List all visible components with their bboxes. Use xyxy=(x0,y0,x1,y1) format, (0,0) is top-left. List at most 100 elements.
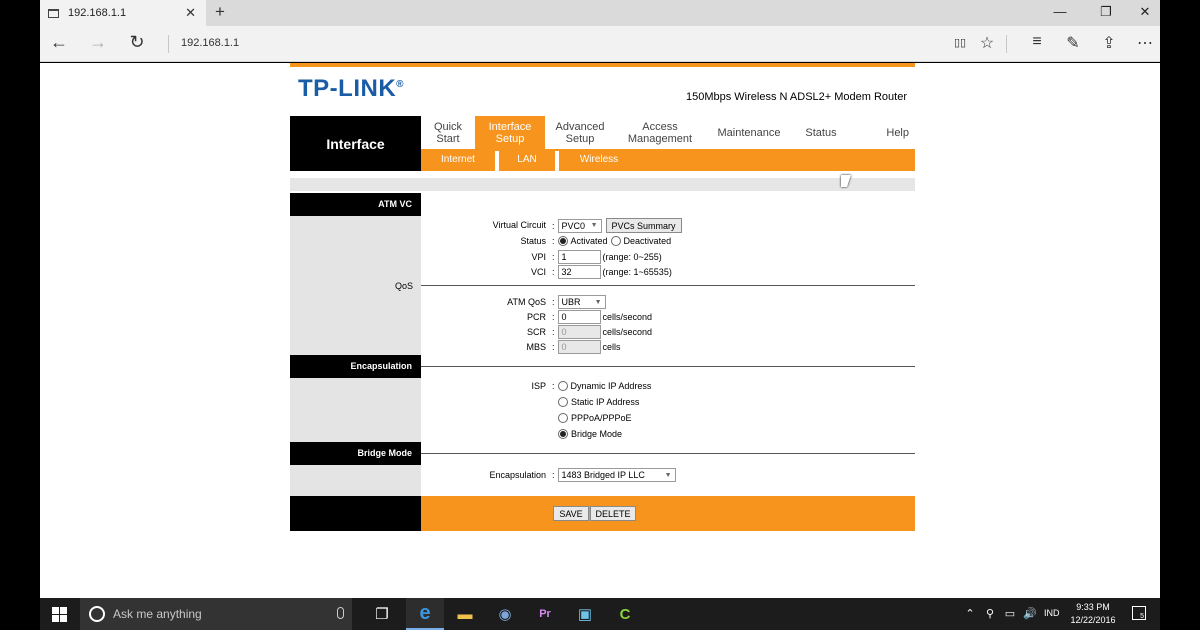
chevron-down-icon: ▼ xyxy=(664,471,672,479)
chevron-down-icon: ▼ xyxy=(590,222,598,229)
browser-tab[interactable]: 192.168.1.1 ✕ xyxy=(40,0,206,26)
pcr-unit: cells/second xyxy=(602,312,653,322)
page-icon xyxy=(48,8,59,18)
virtual-circuit-select[interactable]: PVC0 ▼ xyxy=(557,218,602,233)
edge-icon[interactable]: e xyxy=(406,598,444,630)
vci-input[interactable]: 32 xyxy=(557,265,601,279)
spacer-bar xyxy=(290,178,915,191)
address-bar[interactable]: 192.168.1.1 xyxy=(181,37,239,49)
back-icon[interactable]: ← xyxy=(48,32,70,53)
battery-icon[interactable]: ▭ xyxy=(1002,607,1018,620)
cortana-icon xyxy=(89,606,105,622)
subnav-lan[interactable]: LAN xyxy=(499,149,555,171)
isp-dynamic-label: Dynamic IP Address xyxy=(570,381,652,391)
system-clock[interactable]: 9:33 PM 12/22/2016 xyxy=(1068,601,1118,627)
computer-icon[interactable]: ▣ xyxy=(566,598,604,630)
cortana-search-box[interactable]: Ask me anything xyxy=(80,598,352,630)
mouse-cursor-icon xyxy=(841,175,851,187)
share-icon[interactable]: ⇪ xyxy=(1098,33,1120,53)
save-button[interactable]: SAVE xyxy=(553,506,589,521)
refresh-icon[interactable]: ↻ xyxy=(126,32,148,53)
web-note-icon[interactable]: ✎ xyxy=(1062,33,1084,53)
close-window-icon[interactable]: ✕ xyxy=(1135,4,1155,20)
nav-quick-start[interactable]: Quick Start xyxy=(421,116,475,149)
browser-nav-bar: ← → ↻ 192.168.1.1 ▯▯ ☆ ≡ ✎ ⇪ ⋯ xyxy=(40,26,1160,62)
file-explorer-icon[interactable]: ▬ xyxy=(446,598,484,630)
divider-encapsulation xyxy=(421,366,915,367)
vpi-input[interactable]: 1 xyxy=(557,250,601,264)
pcr-input[interactable]: 0 xyxy=(557,310,601,324)
hub-icon[interactable]: ≡ xyxy=(1026,33,1048,51)
tp-link-logo: TP-LINK® xyxy=(298,75,405,102)
scr-label: SCR xyxy=(526,327,546,337)
section-atm-vc: ATM VC xyxy=(290,193,421,216)
status-deactivated-radio[interactable] xyxy=(610,236,621,246)
vci-row: : 32 (range: 1~65535) xyxy=(552,265,672,279)
tool-divider xyxy=(1006,35,1007,53)
microphone-icon[interactable] xyxy=(337,607,344,619)
pcr-label: PCR xyxy=(526,312,546,322)
nav-status[interactable]: Status xyxy=(793,116,849,149)
atm-qos-select[interactable]: UBR ▼ xyxy=(557,295,606,309)
atm-qos-row: : UBR ▼ xyxy=(552,295,606,309)
status-activated-radio[interactable] xyxy=(557,236,568,246)
clock-date: 12/22/2016 xyxy=(1070,615,1116,625)
scr-input[interactable]: 0 xyxy=(557,325,601,339)
isp-row-dynamic: : Dynamic IP Address xyxy=(552,381,652,391)
scr-unit: cells/second xyxy=(602,327,653,337)
pcr-row: : 0 cells/second xyxy=(552,310,653,324)
subnav-internet[interactable]: Internet xyxy=(421,149,495,171)
mbs-input[interactable]: 0 xyxy=(557,340,601,354)
atm-qos-label: ATM QoS xyxy=(507,297,546,307)
isp-row-bridge: Bridge Mode xyxy=(558,429,622,439)
pvcs-summary-button[interactable]: PVCs Summary xyxy=(605,218,682,233)
internet-globe-icon[interactable]: ◉ xyxy=(486,598,524,630)
nav-interface-setup[interactable]: Interface Setup xyxy=(475,116,545,149)
isp-dynamic-radio[interactable] xyxy=(557,381,568,391)
action-center-icon[interactable]: 5 xyxy=(1132,606,1146,620)
isp-bridge-radio[interactable] xyxy=(558,429,568,439)
bridge-encapsulation-select[interactable]: 1483 Bridged IP LLC ▼ xyxy=(557,468,676,482)
minimize-icon[interactable]: — xyxy=(1050,4,1070,19)
close-tab-icon[interactable]: ✕ xyxy=(185,5,196,21)
isp-pppoe-label: PPPoA/PPPoE xyxy=(571,413,632,423)
tray-chevron-icon[interactable]: ⌃ xyxy=(962,607,978,620)
status-activated-label: Activated xyxy=(570,236,608,246)
nav-help[interactable]: Help xyxy=(849,116,915,149)
scr-row: : 0 cells/second xyxy=(552,325,653,339)
virtual-circuit-row: : PVC0 ▼ PVCs Summary xyxy=(552,218,682,233)
subnav-wireless[interactable]: Wireless xyxy=(559,149,639,171)
nav-maintenance[interactable]: Maintenance xyxy=(705,116,793,149)
browser-tab-bar: 192.168.1.1 ✕ + — ❐ ✕ xyxy=(40,0,1160,26)
section-bridge-mode: Bridge Mode xyxy=(290,442,421,465)
reading-view-icon[interactable]: ▯▯ xyxy=(949,36,971,49)
forward-icon[interactable]: → xyxy=(87,32,109,53)
premiere-icon[interactable]: Pr xyxy=(526,598,564,630)
isp-pppoe-radio[interactable] xyxy=(558,413,568,423)
isp-bridge-label: Bridge Mode xyxy=(571,429,623,439)
camtasia-icon[interactable]: C xyxy=(606,598,644,630)
mbs-unit: cells xyxy=(602,342,621,352)
windows-taskbar: Ask me anything ❐ e ▬ ◉ Pr ▣ C ⌃ ⚲ ▭ 🔊 I… xyxy=(40,598,1160,630)
network-icon[interactable]: ⚲ xyxy=(982,607,998,620)
isp-label: ISP xyxy=(531,381,546,391)
volume-icon[interactable]: 🔊 xyxy=(1022,607,1038,620)
address-divider xyxy=(168,35,169,53)
status-row: : Activated Deactivated xyxy=(552,236,672,246)
input-language[interactable]: IND xyxy=(1044,608,1060,618)
nav-advanced-setup[interactable]: Advanced Setup xyxy=(545,116,615,149)
windows-start-icon[interactable] xyxy=(52,607,67,622)
favorite-star-icon[interactable]: ☆ xyxy=(976,33,998,53)
delete-button[interactable]: DELETE xyxy=(590,506,636,521)
main-navigation: Quick Start Interface Setup Advanced Setup … xyxy=(421,116,915,149)
new-tab-icon[interactable]: + xyxy=(210,2,230,22)
chevron-down-icon: ▼ xyxy=(594,298,602,306)
nav-access-management[interactable]: Access Management xyxy=(615,116,705,149)
isp-static-radio[interactable] xyxy=(558,397,568,407)
vci-label: VCI xyxy=(530,267,546,277)
page-viewport: TP-LINK® 150Mbps Wireless N ADSL2+ Modem… xyxy=(40,63,1160,598)
footer-button-bar: SAVE DELETE xyxy=(421,496,915,531)
more-icon[interactable]: ⋯ xyxy=(1134,33,1156,53)
restore-icon[interactable]: ❐ xyxy=(1096,4,1116,20)
task-view-icon[interactable]: ❐ xyxy=(363,598,401,630)
